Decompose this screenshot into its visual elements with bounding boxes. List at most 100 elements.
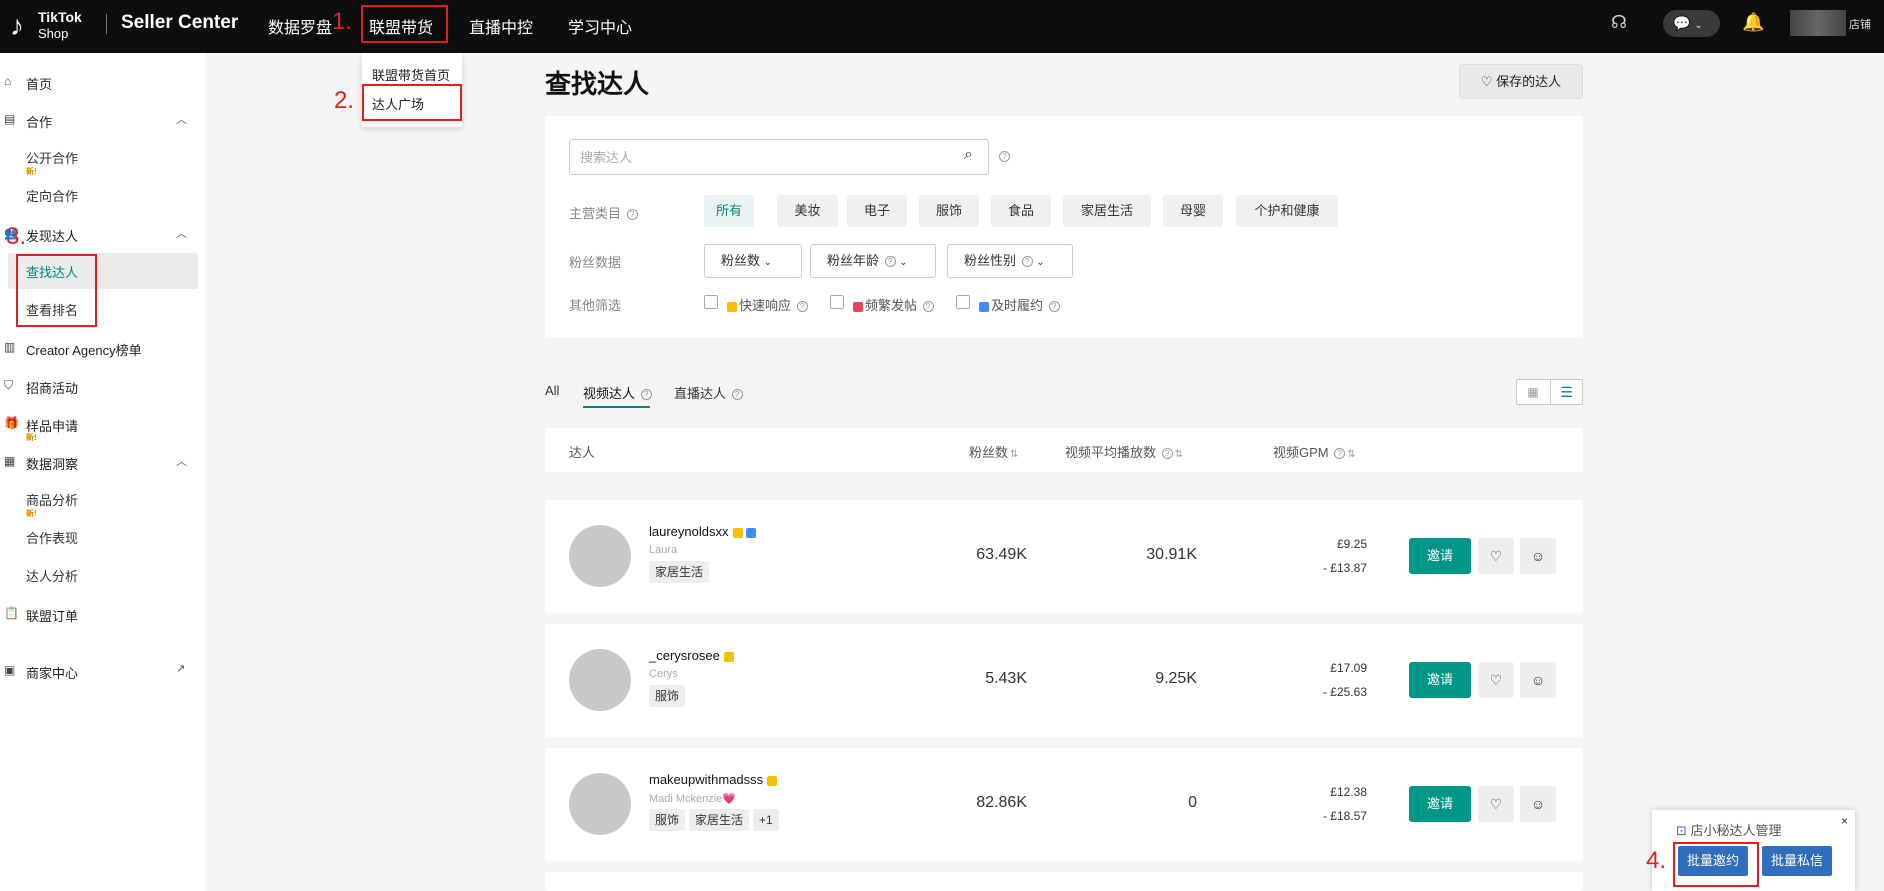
sidebar-label: 联盟订单: [26, 609, 79, 624]
sidebar-item-campaigns[interactable]: ⛉ 招商活动: [0, 371, 206, 401]
seller-center-title: Seller Center: [121, 12, 239, 33]
sidebar-item-discover[interactable]: 👥 发现达人 ︿: [0, 219, 206, 249]
more-tags-badge[interactable]: +1: [753, 809, 779, 831]
invite-button[interactable]: 邀请: [1409, 786, 1471, 822]
creator-name[interactable]: _cerysrosee: [649, 648, 734, 663]
category-chip-home[interactable]: 家居生活: [1063, 195, 1151, 227]
creator-tags: 家居生活: [649, 561, 713, 583]
store-label[interactable]: 店铺: [1849, 16, 1871, 32]
nav-data-compass[interactable]: 数据罗盘: [268, 14, 332, 38]
sidebar-item-agency[interactable]: ▥ Creator Agency榜单: [0, 333, 206, 363]
saved-creators-label: 保存的达人: [1496, 74, 1562, 89]
panel-title: ⊡ 店小秘达人管理: [1676, 820, 1782, 839]
lightning-badge-icon: [767, 775, 778, 786]
grid-view-icon[interactable]: ▦: [1517, 380, 1549, 404]
sidebar-item-coop-performance[interactable]: 合作表现: [26, 528, 78, 547]
search-input[interactable]: [580, 148, 950, 166]
avatar[interactable]: [569, 525, 631, 587]
heart-icon: ♡: [1480, 74, 1493, 89]
sort-icon: ⇅: [1347, 449, 1356, 460]
sidebar-item-merchant-center[interactable]: ▣ 商家中心 ↗: [0, 656, 206, 686]
message-icon[interactable]: ☺: [1520, 538, 1556, 574]
sidebar-item-insights[interactable]: ▦ 数据洞察 ︿: [0, 447, 206, 477]
column-fans[interactable]: 粉丝数 ⇅: [969, 442, 1018, 461]
creator-handle: _cerysrosee: [649, 648, 720, 663]
sidebar: ⌂ 首页 ▤ 合作 ︿ 公开合作 新! 定向合作 👥 发现达人 ︿ 查找达人 查…: [0, 53, 206, 891]
logo-line2: Shop: [38, 26, 69, 41]
sidebar-item-targeted-coop[interactable]: 定向合作: [26, 186, 78, 205]
avg-plays-value: 9.25K: [1155, 670, 1197, 687]
category-chip-apparel[interactable]: 服饰: [919, 195, 979, 227]
category-chip-baby[interactable]: 母婴: [1163, 195, 1223, 227]
bell-icon[interactable]: 🔔: [1742, 12, 1764, 33]
saved-creators-button[interactable]: ♡ 保存的达人: [1459, 64, 1583, 99]
list-view-icon[interactable]: ☰: [1550, 380, 1582, 404]
gift-icon: 🎁: [4, 416, 19, 430]
column-label: 视频GPM: [1273, 445, 1329, 460]
fans-value: 5.43K: [985, 670, 1027, 687]
close-icon[interactable]: ×: [1841, 814, 1848, 828]
invite-button[interactable]: 邀请: [1409, 538, 1471, 574]
batch-message-button[interactable]: 批量私信: [1762, 846, 1832, 876]
sidebar-item-affiliate-orders[interactable]: 📋 联盟订单: [0, 599, 206, 629]
help-icon[interactable]: ?: [796, 301, 808, 313]
page-title: 查找达人: [545, 69, 650, 99]
message-icon[interactable]: ☺: [1520, 786, 1556, 822]
tiktok-shop-logo[interactable]: ♪ TikTok Shop: [10, 8, 92, 44]
avatar[interactable]: [569, 773, 631, 835]
dropdown-affiliate-home[interactable]: 联盟带货首页: [372, 65, 450, 84]
tab-all[interactable]: All: [545, 383, 559, 398]
category-tag: 服饰: [649, 685, 686, 707]
timely-fulfillment-checkbox[interactable]: [956, 295, 970, 309]
sidebar-item-home[interactable]: ⌂ 首页: [0, 67, 206, 97]
sidebar-item-creator-analysis[interactable]: 达人分析: [26, 566, 78, 585]
invite-button[interactable]: 邀请: [1409, 662, 1471, 698]
category-chip-personal-care[interactable]: 个护和健康: [1236, 195, 1338, 227]
help-icon[interactable]: ?: [1048, 301, 1060, 313]
chevron-up-icon: ︿: [176, 114, 187, 126]
creator-name[interactable]: makeupwithmadsss: [649, 772, 778, 787]
fast-response-checkbox[interactable]: [704, 295, 718, 309]
sidebar-item-product-analysis[interactable]: 商品分析: [26, 490, 78, 509]
sidebar-item-cooperation[interactable]: ▤ 合作 ︿: [0, 105, 206, 135]
help-icon: ?: [884, 256, 896, 268]
search-icon[interactable]: ⌕: [964, 146, 973, 164]
highlight-box-find-creator: [16, 254, 97, 327]
heart-icon[interactable]: ♡: [1478, 786, 1514, 822]
column-avg-plays[interactable]: 视频平均播放数 ? ⇅: [1065, 442, 1183, 461]
help-icon[interactable]: ?: [922, 301, 934, 313]
heart-icon[interactable]: ♡: [1478, 538, 1514, 574]
tab-video-creators[interactable]: 视频达人 ?: [583, 383, 652, 402]
category-chip-electronics[interactable]: 电子: [847, 195, 907, 227]
help-icon[interactable]: ?: [626, 209, 638, 221]
select-label: 粉丝性别: [964, 253, 1017, 268]
chart-icon: ▦: [4, 454, 16, 468]
fans-gender-select[interactable]: 粉丝性别 ? ⌄: [947, 244, 1073, 278]
column-gpm[interactable]: 视频GPM ? ⇅: [1273, 442, 1356, 461]
table-header: 达人 粉丝数 ⇅ 视频平均播放数 ? ⇅ 视频GPM ? ⇅: [545, 428, 1583, 472]
headset-icon[interactable]: ☊: [1611, 12, 1627, 33]
chevron-down-icon: ⌄: [1694, 20, 1703, 31]
frequent-post-checkbox[interactable]: [830, 295, 844, 309]
fans-age-select[interactable]: 粉丝年龄 ? ⌄: [810, 244, 936, 278]
chat-dropdown[interactable]: 💬 ⌄: [1663, 10, 1720, 37]
store-avatar[interactable]: [1790, 10, 1846, 36]
nav-live-control[interactable]: 直播中控: [469, 14, 533, 38]
sidebar-item-public-coop[interactable]: 公开合作: [26, 148, 78, 167]
nav-learning-center[interactable]: 学习中心: [568, 14, 632, 38]
help-icon[interactable]: ?: [999, 151, 1010, 162]
category-chip-beauty[interactable]: 美妆: [777, 195, 838, 227]
category-chip-food[interactable]: 食品: [991, 195, 1051, 227]
column-creator: 达人: [569, 445, 596, 460]
category-chip-all[interactable]: 所有: [704, 195, 754, 227]
table-row: _cerysrosee Cerys 服饰 5.43K 9.25K £17.09 …: [545, 624, 1583, 737]
heart-icon[interactable]: ♡: [1478, 662, 1514, 698]
avg-plays-value: 0: [1188, 794, 1197, 811]
creator-name[interactable]: laureynoldsxx: [649, 524, 756, 539]
fans-count-select[interactable]: 粉丝数 ⌄: [704, 244, 802, 278]
tab-live-creators[interactable]: 直播达人 ?: [674, 383, 743, 402]
chevron-up-icon: ︿: [176, 228, 187, 240]
avatar[interactable]: [569, 649, 631, 711]
message-icon[interactable]: ☺: [1520, 662, 1556, 698]
highlight-box-creator-square: [362, 84, 462, 121]
